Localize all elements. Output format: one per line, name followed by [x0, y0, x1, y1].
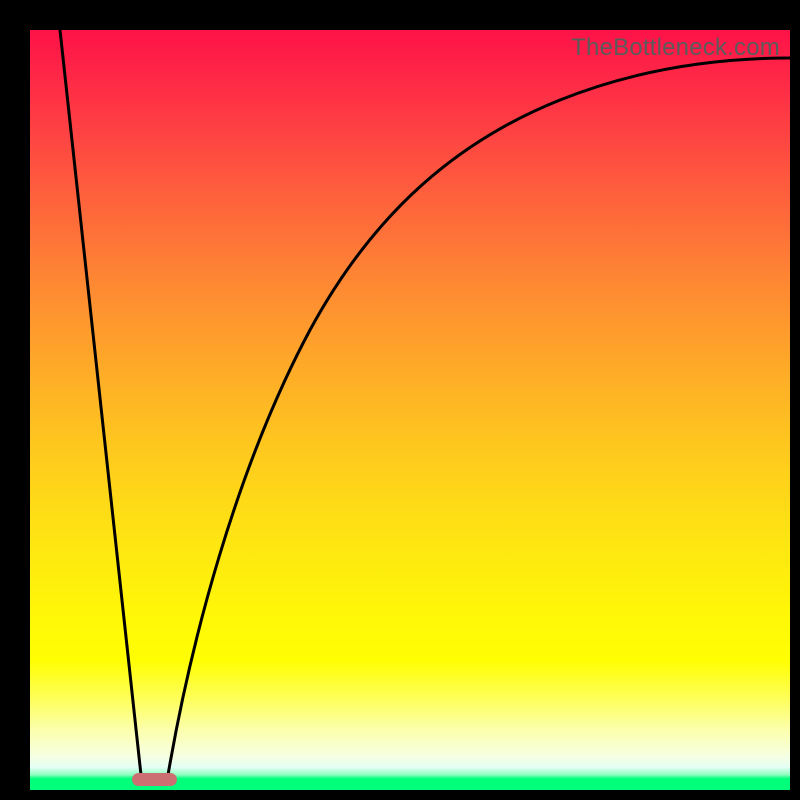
- chart-frame: TheBottleneck.com: [0, 0, 800, 800]
- bottleneck-curve: [30, 30, 790, 790]
- curve-right-segment: [168, 58, 790, 775]
- curve-left-segment: [60, 30, 141, 775]
- optimal-marker: [132, 773, 177, 786]
- plot-area: TheBottleneck.com: [30, 30, 790, 790]
